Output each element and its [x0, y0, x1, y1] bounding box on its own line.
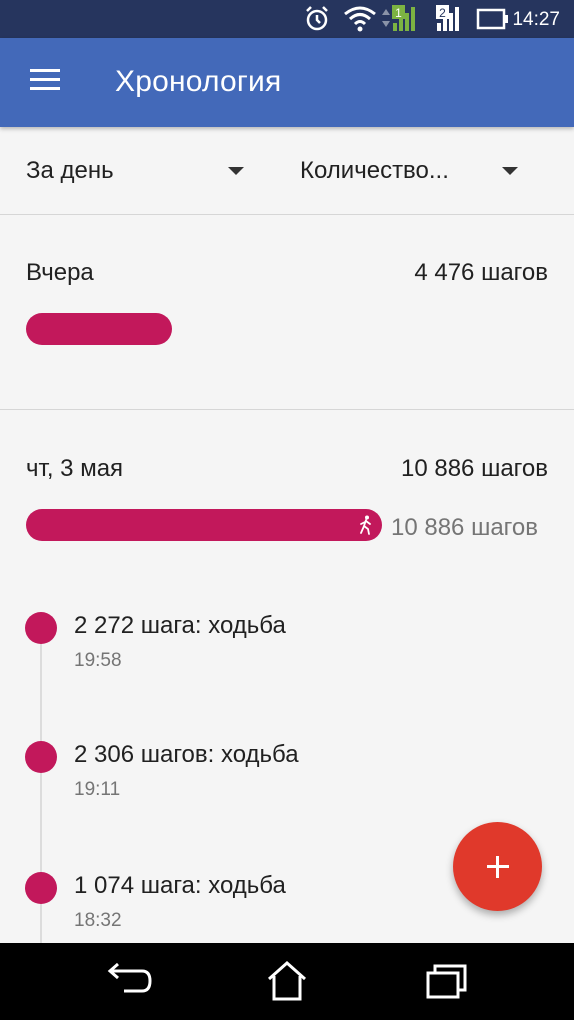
menu-button[interactable]: [20, 61, 68, 105]
day-label: Вчера: [26, 259, 94, 286]
divider: [0, 409, 574, 410]
hamburger-icon-line: [30, 87, 60, 90]
plus-icon-stroke: [496, 856, 499, 878]
period-dropdown[interactable]: За день: [26, 127, 252, 214]
day-label: чт, 3 мая: [26, 455, 124, 482]
activity-dot: [25, 741, 57, 773]
page-title: Хронология: [115, 65, 282, 98]
activity-dot: [25, 612, 57, 644]
steps-bar: [26, 509, 382, 541]
recents-icon: [426, 964, 467, 999]
back-button[interactable]: [98, 957, 158, 1007]
sim1-badge: 1: [395, 6, 402, 20]
day-steps: 4 476 шагов: [414, 259, 548, 286]
signal-sim1-icon: 1: [382, 5, 415, 31]
activity-title: 1 074 шага: ходьба: [74, 872, 286, 899]
sim2-badge: 2: [439, 6, 446, 20]
period-dropdown-label: За день: [26, 156, 114, 184]
home-button[interactable]: [257, 957, 317, 1007]
home-icon: [268, 960, 306, 1001]
dropdown-arrow-icon: [228, 167, 244, 175]
day-steps: 10 886 шагов: [401, 455, 548, 482]
signal-sim2-icon: 2: [436, 5, 459, 31]
app-bar: Хронология: [0, 38, 574, 127]
hamburger-icon-line: [30, 78, 60, 81]
battery-icon: [476, 8, 508, 30]
alarm-icon: [306, 6, 328, 31]
activity-title: 2 306 шагов: ходьба: [74, 741, 299, 768]
activity-time: 18:32: [74, 910, 122, 931]
dropdown-arrow-icon: [502, 167, 518, 175]
status-time: 14:27: [512, 9, 560, 30]
hamburger-icon: [30, 69, 60, 72]
filter-row: За день Количество...: [0, 127, 574, 214]
metric-dropdown-label: Количество...: [300, 156, 449, 184]
activity-item[interactable]: 2 272 шага: ходьба 19:58: [0, 612, 574, 692]
activity-title: 2 272 шага: ходьба: [74, 612, 286, 639]
divider: [0, 214, 574, 215]
status-bar: 1 2 14:27: [0, 0, 574, 38]
activity-item[interactable]: 2 306 шагов: ходьба 19:11: [0, 741, 574, 821]
activity-time: 19:58: [74, 650, 122, 671]
activity-dot: [25, 872, 57, 904]
add-activity-button[interactable]: [453, 822, 542, 911]
bar-steps-value: 10 886 шагов: [391, 514, 538, 541]
system-nav-bar: [0, 943, 574, 1020]
back-icon: [107, 962, 152, 993]
steps-bar: [26, 313, 172, 345]
recents-button[interactable]: [416, 957, 476, 1007]
wifi-icon: [344, 6, 376, 32]
metric-dropdown[interactable]: Количество...: [300, 127, 526, 214]
walking-icon: [360, 515, 371, 535]
activity-time: 19:11: [74, 779, 121, 800]
